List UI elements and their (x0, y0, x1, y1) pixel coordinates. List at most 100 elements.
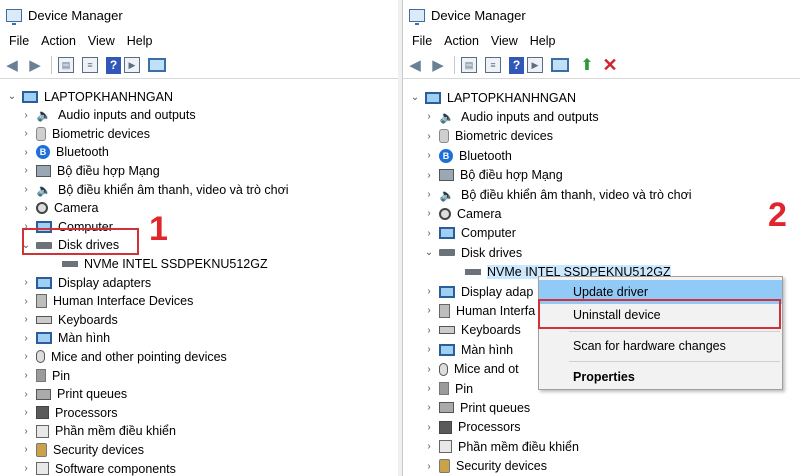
tree-category-item[interactable]: › Processors (403, 418, 800, 437)
chevron-right-icon[interactable]: › (20, 184, 32, 195)
chevron-right-icon[interactable]: › (423, 189, 435, 200)
tree-category-item[interactable]: › 🔈 Bộ điều khiển âm thanh, video và trò c… (0, 180, 398, 199)
tree-category-item[interactable]: › B Bluetooth (0, 143, 398, 162)
chevron-right-icon[interactable]: › (20, 128, 32, 139)
chevron-right-icon[interactable]: › (423, 461, 435, 472)
tree-category-item[interactable]: › Print queues (403, 398, 800, 417)
tree-category-item[interactable]: › Pin (0, 366, 398, 385)
tree-category-item[interactable]: › Mice and other pointing devices (0, 347, 398, 366)
tree-category-item[interactable]: › Biometric devices (403, 127, 800, 146)
tree-category-item[interactable]: › Security devices (403, 457, 800, 476)
tree-category-item[interactable]: › Biometric devices (0, 124, 398, 143)
action-pane-icon[interactable]: ▶ (124, 57, 140, 73)
tree-category-item[interactable]: › 🔈 Bộ điều khiển âm thanh, video và trò c… (403, 185, 800, 204)
action-pane-icon[interactable]: ▶ (527, 57, 543, 73)
tree-device-item[interactable]: NVMe INTEL SSDPEKNU512GZ (0, 254, 398, 273)
tree-category-item[interactable]: › Processors (0, 403, 398, 422)
uninstall-device-highlight-box (538, 299, 781, 329)
update-driver-icon[interactable]: ⬆ (577, 55, 597, 75)
menu-action[interactable]: Action (36, 34, 81, 48)
chevron-right-icon[interactable]: › (423, 111, 435, 122)
back-arrow-icon[interactable]: ◀ (2, 55, 22, 75)
chevron-right-icon[interactable]: › (20, 351, 32, 362)
chevron-down-icon[interactable]: ⌄ (423, 247, 435, 258)
chevron-right-icon[interactable]: › (20, 426, 32, 437)
tree-category-item[interactable]: › Phần mềm điều khiển (0, 422, 398, 441)
chevron-right-icon[interactable]: › (423, 325, 435, 336)
help-icon[interactable]: ? (106, 56, 121, 74)
chevron-right-icon[interactable]: › (423, 422, 435, 433)
properties-icon[interactable]: ≡ (485, 57, 501, 73)
menu-action[interactable]: Action (439, 34, 484, 48)
tree-category-item[interactable]: › 🔈 Audio inputs and outputs (0, 106, 398, 125)
scan-hardware-icon[interactable] (551, 58, 569, 72)
chevron-right-icon[interactable]: › (423, 402, 435, 413)
chevron-right-icon[interactable]: › (423, 364, 435, 375)
chevron-right-icon[interactable]: › (20, 370, 32, 381)
tree-root-computer[interactable]: ⌄ LAPTOPKHANHNGAN (0, 87, 398, 106)
tree-category-item[interactable]: › 🔈 Audio inputs and outputs (403, 107, 800, 126)
chevron-right-icon[interactable]: › (423, 286, 435, 297)
chevron-right-icon[interactable]: › (423, 383, 435, 394)
tree-category-item[interactable]: › Print queues (0, 385, 398, 404)
tree-category-item[interactable]: › Keyboards (0, 310, 398, 329)
menu-view[interactable]: View (486, 34, 523, 48)
chevron-right-icon[interactable]: › (423, 344, 435, 355)
tree-category-item[interactable]: › Bộ điều hợp Mạng (0, 161, 398, 180)
tree-category-item[interactable]: › Camera (0, 199, 398, 218)
chevron-right-icon[interactable]: › (423, 131, 435, 142)
chevron-right-icon[interactable]: › (423, 228, 435, 239)
software-icon (36, 424, 49, 438)
show-hide-console-icon[interactable]: ▤ (461, 57, 477, 73)
tree-item-label: Keyboards (58, 312, 118, 327)
chevron-right-icon[interactable]: › (20, 463, 32, 474)
chevron-right-icon[interactable]: › (20, 314, 32, 325)
chevron-right-icon[interactable]: › (20, 203, 32, 214)
tree-category-item[interactable]: › Bộ điều hợp Mạng (403, 166, 800, 185)
scan-hardware-icon[interactable] (148, 58, 166, 72)
menu-help[interactable]: Help (525, 34, 561, 48)
menu-help[interactable]: Help (122, 34, 158, 48)
tree-root-computer[interactable]: ⌄ LAPTOPKHANHNGAN (403, 88, 800, 107)
chevron-down-icon[interactable]: ⌄ (6, 91, 18, 102)
camera-icon (36, 202, 48, 215)
forward-arrow-icon[interactable]: ▶ (428, 55, 448, 75)
tree-category-item[interactable]: › Software components (0, 459, 398, 476)
tree-category-item[interactable]: › Camera (403, 204, 800, 223)
chevron-right-icon[interactable]: › (423, 208, 435, 219)
back-arrow-icon[interactable]: ◀ (405, 55, 425, 75)
context-menu-scan-hardware[interactable]: Scan for hardware changes (539, 334, 782, 358)
chevron-right-icon[interactable]: › (20, 389, 32, 400)
tree-category-item[interactable]: › B Bluetooth (403, 146, 800, 165)
chevron-right-icon[interactable]: › (20, 277, 32, 288)
help-icon[interactable]: ? (509, 56, 524, 74)
context-menu-properties[interactable]: Properties (539, 365, 782, 389)
tree-category-item[interactable]: › Màn hình (0, 329, 398, 348)
menu-file[interactable]: File (407, 34, 437, 48)
tree-category-item[interactable]: › Computer (403, 224, 800, 243)
menu-view[interactable]: View (83, 34, 120, 48)
forward-arrow-icon[interactable]: ▶ (25, 55, 45, 75)
tree-category-item[interactable]: ⌄ Disk drives (403, 243, 800, 262)
chevron-right-icon[interactable]: › (423, 305, 435, 316)
show-hide-console-icon[interactable]: ▤ (58, 57, 74, 73)
chevron-right-icon[interactable]: › (20, 165, 32, 176)
chevron-right-icon[interactable]: › (20, 444, 32, 455)
chevron-right-icon[interactable]: › (20, 147, 32, 158)
mouse-icon (36, 350, 45, 364)
menu-file[interactable]: File (4, 34, 34, 48)
tree-category-item[interactable]: › Human Interface Devices (0, 292, 398, 311)
chevron-right-icon[interactable]: › (20, 296, 32, 307)
chevron-right-icon[interactable]: › (20, 110, 32, 121)
tree-category-item[interactable]: › Security devices (0, 440, 398, 459)
tree-category-item[interactable]: › Display adapters (0, 273, 398, 292)
properties-icon[interactable]: ≡ (82, 57, 98, 73)
chevron-right-icon[interactable]: › (20, 333, 32, 344)
chevron-right-icon[interactable]: › (20, 407, 32, 418)
uninstall-device-icon[interactable]: ✕ (600, 55, 620, 75)
chevron-down-icon[interactable]: ⌄ (409, 92, 421, 103)
tree-category-item[interactable]: › Phần mềm điều khiển (403, 437, 800, 456)
chevron-right-icon[interactable]: › (423, 170, 435, 181)
chevron-right-icon[interactable]: › (423, 441, 435, 452)
chevron-right-icon[interactable]: › (423, 150, 435, 161)
